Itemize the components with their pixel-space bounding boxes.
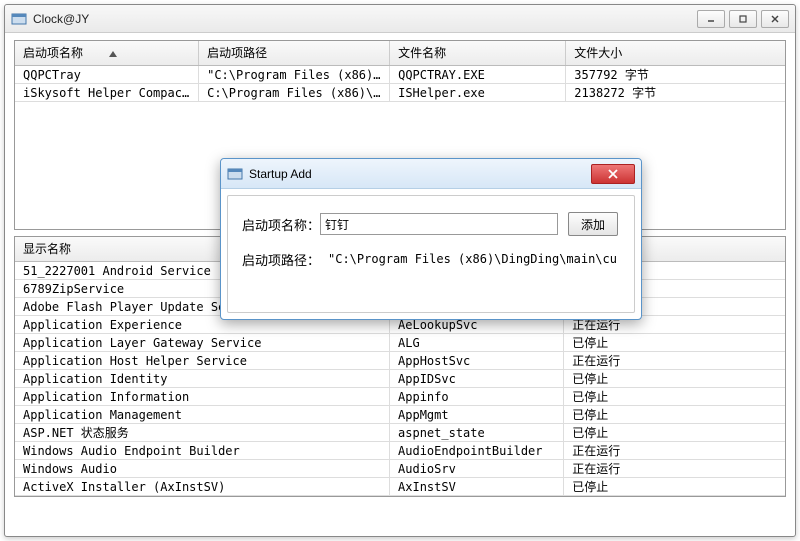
cell: 已停止: [564, 424, 785, 441]
table-row[interactable]: QQPCTray "C:\Program Files (x86)\Tenc...…: [15, 66, 785, 84]
cell: 正在运行: [564, 352, 785, 369]
dialog-body: 启动项名称： 添加 启动项路径：: [227, 195, 635, 313]
startup-add-dialog: Startup Add 启动项名称： 添加 启动项路径：: [220, 158, 642, 320]
cell: 357792 字节: [566, 66, 785, 83]
dialog-title: Startup Add: [249, 167, 591, 181]
app-icon: [227, 166, 243, 182]
cell: Application Management: [15, 406, 390, 423]
cell: AppIDSvc: [390, 370, 564, 387]
table-row[interactable]: Application Layer Gateway ServiceALG已停止: [15, 334, 785, 352]
cell: Application Host Helper Service: [15, 352, 390, 369]
cell: Application Layer Gateway Service: [15, 334, 390, 351]
table-row[interactable]: iSkysoft Helper Compact.exe C:\Program F…: [15, 84, 785, 102]
col-startup-name[interactable]: 启动项名称: [15, 41, 199, 65]
dialog-path-row: 启动项路径：: [228, 242, 634, 276]
dialog-titlebar: Startup Add: [221, 159, 641, 189]
cell: "C:\Program Files (x86)\Tenc...: [199, 66, 390, 83]
main-titlebar: Clock@JY: [5, 5, 795, 33]
cell: 已停止: [564, 370, 785, 387]
dialog-name-row: 启动项名称： 添加: [228, 206, 634, 242]
cell: AppHostSvc: [390, 352, 564, 369]
cell: Windows Audio Endpoint Builder: [15, 442, 390, 459]
path-label: 启动项路径：: [240, 250, 320, 269]
window-title: Clock@JY: [33, 12, 697, 26]
cell: Appinfo: [390, 388, 564, 405]
table-row[interactable]: Application InformationAppinfo已停止: [15, 388, 785, 406]
cell: C:\Program Files (x86)\Commo...: [199, 84, 390, 101]
cell: 已停止: [564, 334, 785, 351]
close-button[interactable]: [761, 10, 789, 28]
cell: AxInstSV: [390, 478, 564, 495]
cell: 正在运行: [564, 442, 785, 459]
startup-path-input[interactable]: [320, 248, 620, 270]
table-row[interactable]: Application Host Helper ServiceAppHostSv…: [15, 352, 785, 370]
maximize-button[interactable]: [729, 10, 757, 28]
cell: AudioSrv: [390, 460, 564, 477]
app-icon: [11, 11, 27, 27]
cell: QQPCTRAY.EXE: [390, 66, 566, 83]
minimize-button[interactable]: [697, 10, 725, 28]
cell: QQPCTray: [15, 66, 199, 83]
col-file-name[interactable]: 文件名称: [390, 41, 566, 65]
sort-arrow-icon: [109, 51, 117, 57]
cell: Windows Audio: [15, 460, 390, 477]
add-button[interactable]: 添加: [568, 212, 618, 236]
cell: 已停止: [564, 406, 785, 423]
close-icon: [607, 169, 619, 179]
cell: ISHelper.exe: [390, 84, 566, 101]
cell: Application Information: [15, 388, 390, 405]
window-controls: [697, 10, 789, 28]
dialog-close-button[interactable]: [591, 164, 635, 184]
cell: aspnet_state: [390, 424, 564, 441]
cell: AudioEndpointBuilder: [390, 442, 564, 459]
cell: ActiveX Installer (AxInstSV): [15, 478, 390, 495]
col-label: 启动项名称: [23, 46, 83, 60]
table-row[interactable]: ASP.NET 状态服务aspnet_state已停止: [15, 424, 785, 442]
col-file-size[interactable]: 文件大小: [566, 41, 785, 65]
cell: ALG: [390, 334, 564, 351]
col-startup-path[interactable]: 启动项路径: [199, 41, 390, 65]
table-row[interactable]: Windows AudioAudioSrv正在运行: [15, 460, 785, 478]
cell: 已停止: [564, 388, 785, 405]
cell: ASP.NET 状态服务: [15, 424, 390, 441]
cell: 2138272 字节: [566, 84, 785, 101]
table-row[interactable]: ActiveX Installer (AxInstSV)AxInstSV已停止: [15, 478, 785, 496]
cell: AppMgmt: [390, 406, 564, 423]
table-row[interactable]: Windows Audio Endpoint BuilderAudioEndpo…: [15, 442, 785, 460]
startup-table-header: 启动项名称 启动项路径 文件名称 文件大小: [15, 41, 785, 66]
name-label: 启动项名称：: [240, 215, 320, 234]
cell: 已停止: [564, 478, 785, 495]
cell: iSkysoft Helper Compact.exe: [15, 84, 199, 101]
startup-name-input[interactable]: [320, 213, 558, 235]
cell: 正在运行: [564, 460, 785, 477]
table-row[interactable]: Application IdentityAppIDSvc已停止: [15, 370, 785, 388]
table-row[interactable]: Application ManagementAppMgmt已停止: [15, 406, 785, 424]
cell: Application Identity: [15, 370, 390, 387]
